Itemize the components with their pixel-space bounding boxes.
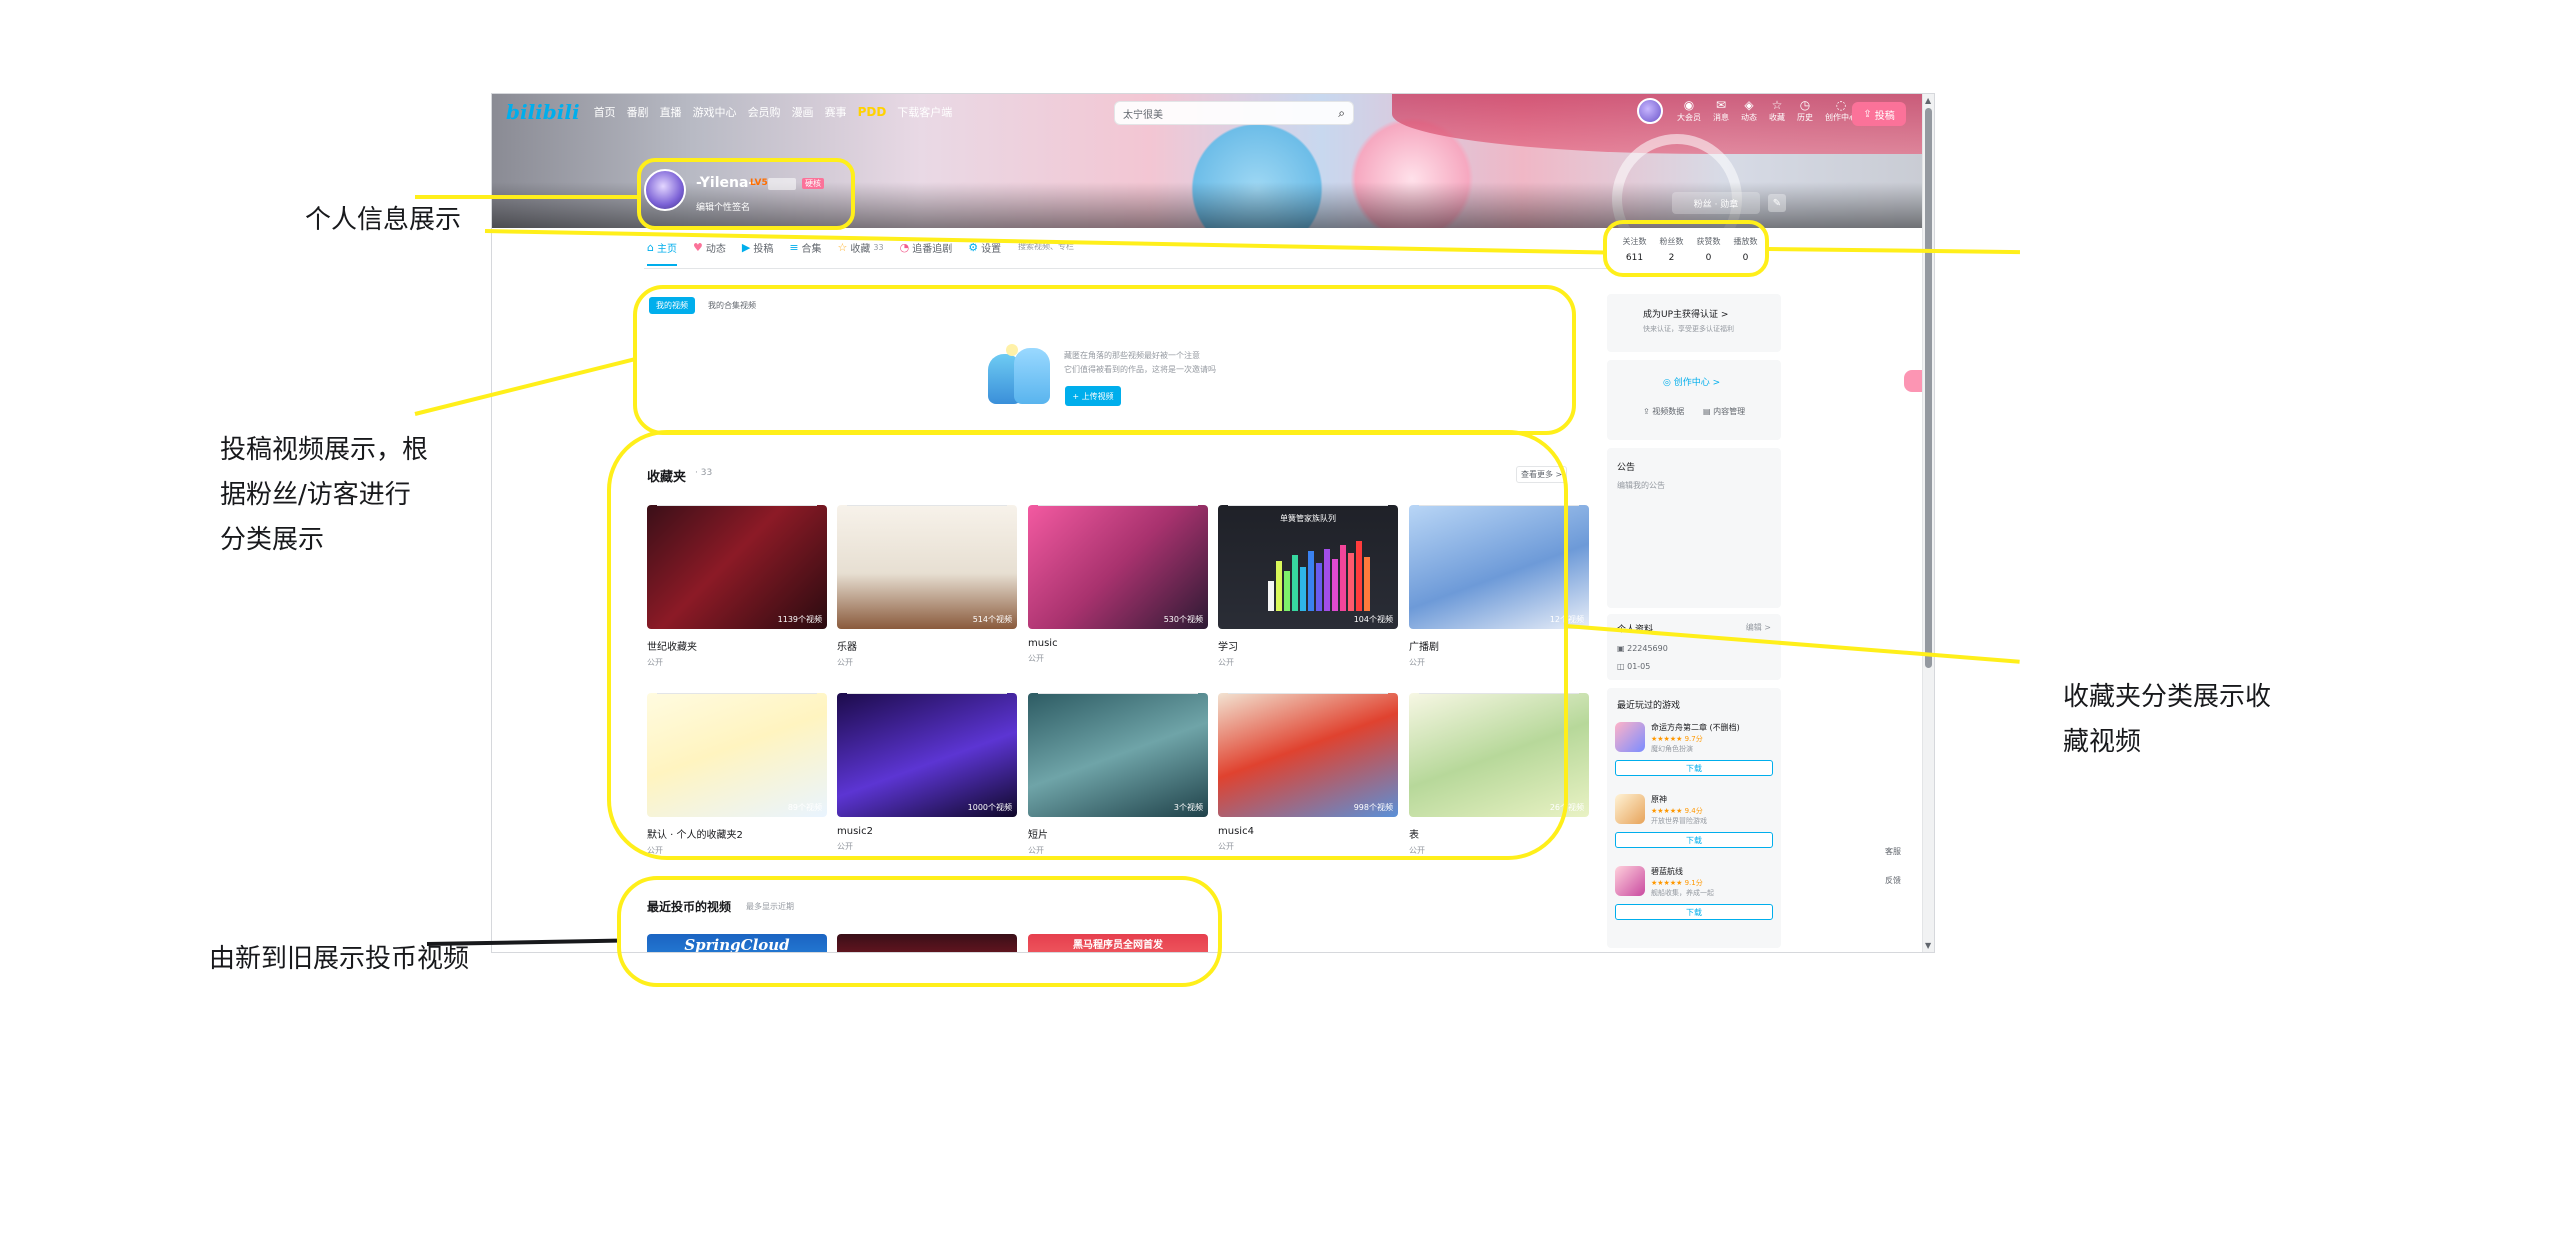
scroll-up-icon[interactable]: ▲ (1925, 96, 1931, 105)
game-icon[interactable] (1615, 722, 1645, 752)
game-item: 原神 ★★★★★ 9.4分 开放世界冒险游戏 下载 (1615, 788, 1773, 856)
game-download-button[interactable]: 下载 (1615, 760, 1773, 776)
bilibili-logo[interactable]: bilibili (506, 100, 580, 124)
play-icon: ▶ (741, 241, 751, 254)
annotation-uploads-line1: 投稿视频展示，根 (220, 435, 429, 465)
vip-icon: ◉ (1683, 98, 1695, 112)
upload-button[interactable]: ⇪ 投稿 (1852, 102, 1906, 126)
clock-icon: ◷ (1799, 98, 1811, 112)
id-card-icon: ▣ (1617, 644, 1628, 653)
search-placeholder: 太宁很美 (1123, 109, 1163, 121)
annotation-profile: 个人信息展示 (305, 205, 462, 235)
upload-icon: ⇪ (1863, 108, 1875, 120)
game-download-button[interactable]: 下载 (1615, 832, 1773, 848)
notice-title: 公告 (1617, 463, 1636, 473)
upload-small-icon: ⇪ (1643, 407, 1653, 416)
header-right-nav: ◉ 大会员 ✉ 消息 ◈ 动态 ☆ 收藏 ◷ 历史 ◌ 创作中心 (1637, 98, 1869, 124)
info-uid: ▣ 22245690 (1617, 644, 1668, 653)
floating-tools: 客服 反馈 (1883, 846, 1903, 886)
nav-game-center[interactable]: 游戏中心 (693, 104, 737, 120)
list-icon: ≡ (789, 241, 799, 254)
highlight-uploads (633, 285, 1576, 435)
highlight-profile (637, 158, 855, 230)
active-tab-underline (647, 264, 677, 266)
nav-mall[interactable]: 会员购 (748, 104, 781, 120)
wind-icon: ◈ (1744, 98, 1754, 112)
content-manage-button[interactable]: ▤ 内容管理 (1703, 406, 1745, 417)
game-icon[interactable] (1615, 866, 1645, 896)
scrollbar-thumb[interactable] (1925, 108, 1932, 668)
tab-collections[interactable]: ≡ 合集 (789, 240, 821, 255)
game-item: 碧蓝航线 ★★★★★ 9.1分 舰船收集，养成一起 下载 (1615, 860, 1773, 928)
info-edit-link[interactable]: 编辑 > (1746, 622, 1771, 633)
gear-icon: ⚙ (968, 241, 979, 254)
home-icon: ⌂ (647, 241, 654, 254)
floating-service-tab[interactable] (1904, 370, 1922, 392)
mail-icon: ✉ (1715, 98, 1727, 112)
nav-home[interactable]: 首页 (594, 104, 616, 120)
highlight-stats (1603, 220, 1769, 277)
cake-icon: ◫ (1617, 662, 1628, 671)
annotation-favorites-line2: 藏视频 (2063, 727, 2142, 757)
annotation-uploads-line2: 据粉丝/访客进行 (220, 480, 411, 510)
heart-icon: ♥ (692, 241, 703, 254)
nav-pdd[interactable]: PDD (858, 105, 887, 119)
star-icon: ☆ (837, 241, 848, 254)
star-icon: ☆ (1771, 98, 1783, 112)
video-data-button[interactable]: ⇪ 视频数据 (1643, 406, 1684, 417)
nav-anime[interactable]: 番剧 (627, 104, 649, 120)
game-download-button[interactable]: 下载 (1615, 904, 1773, 920)
game-item: 命运方舟第二章 (不删档) ★★★★★ 9.7分 魔幻角色扮演 下载 (1615, 716, 1773, 784)
info-birthday: ◫ 01-05 (1617, 662, 1651, 671)
search-input[interactable]: 太宁很美 ⌕ (1114, 101, 1354, 125)
annotation-favorites-line1: 收藏夹分类展示收 (2063, 682, 2272, 712)
bulb-icon: ◌ (1835, 98, 1847, 112)
annotation-coins: 由新到旧展示投币视频 (209, 944, 470, 974)
creator-center-link[interactable]: ◎ 创作中心 > (1663, 375, 1720, 388)
highlight-coins (617, 876, 1222, 987)
message-entry[interactable]: ✉ 消息 (1713, 98, 1729, 123)
fans-medal-button[interactable]: 粉丝 · 勋章 (1672, 192, 1760, 214)
tab-uploads[interactable]: ▶ 投稿 (742, 240, 773, 255)
tab-bangumi[interactable]: ◔ 追番追剧 (900, 240, 953, 255)
tab-favorites[interactable]: ☆ 收藏 33 (838, 240, 884, 255)
tabs-divider (644, 268, 1610, 269)
bangumi-icon: ◔ (899, 241, 910, 254)
manage-icon: ▤ (1703, 407, 1714, 416)
search-icon[interactable]: ⌕ (1338, 106, 1345, 121)
sidebar-notice-card: 公告 编辑我的公告 (1607, 448, 1781, 608)
sidebar-certification-card[interactable]: 成为UP主获得认证 > 快来认证，享受更多认证福利 (1607, 294, 1781, 352)
vip-entry[interactable]: ◉ 大会员 (1677, 98, 1701, 123)
vertical-scrollbar[interactable]: ▲ ▼ (1922, 94, 1934, 952)
notice-text[interactable]: 编辑我的公告 (1617, 480, 1665, 491)
customer-service-button[interactable]: 客服 (1883, 846, 1903, 857)
header-avatar[interactable] (1637, 98, 1663, 124)
edit-banner-icon[interactable]: ✎ (1768, 194, 1786, 212)
game-icon[interactable] (1615, 794, 1645, 824)
annotation-uploads-line3: 分类展示 (220, 525, 325, 555)
dynamic-entry[interactable]: ◈ 动态 (1741, 98, 1757, 123)
favorites-entry[interactable]: ☆ 收藏 (1769, 98, 1785, 123)
tab-home[interactable]: ⌂ 主页 (647, 240, 677, 255)
sidebar-games-card: 最近玩过的游戏 命运方舟第二章 (不删档) ★★★★★ 9.7分 魔幻角色扮演 … (1607, 688, 1781, 948)
games-title: 最近玩过的游戏 (1617, 701, 1681, 711)
location-icon: ◎ (1663, 378, 1674, 388)
nav-manga[interactable]: 漫画 (792, 104, 814, 120)
sidebar-info-card: 个人资料 编辑 > ▣ 22245690 ◫ 01-05 (1607, 614, 1781, 680)
nav-match[interactable]: 赛事 (825, 104, 847, 120)
scroll-down-icon[interactable]: ▼ (1925, 941, 1931, 950)
nav-live[interactable]: 直播 (660, 104, 682, 120)
sidebar-creator-card: ◎ 创作中心 > ⇪ 视频数据 ▤ 内容管理 (1607, 360, 1781, 440)
highlight-favorites (607, 430, 1568, 860)
nav-download-client[interactable]: 下载客户端 (897, 104, 952, 120)
feedback-button[interactable]: 反馈 (1883, 875, 1903, 886)
space-tabs: ⌂ 主页 ♥ 动态 ▶ 投稿 ≡ 合集 ☆ 收藏 33 ◔ 追番追剧 ⚙ 设置 (647, 240, 1017, 255)
tab-dynamic[interactable]: ♥ 动态 (693, 240, 726, 255)
history-entry[interactable]: ◷ 历史 (1797, 98, 1813, 123)
